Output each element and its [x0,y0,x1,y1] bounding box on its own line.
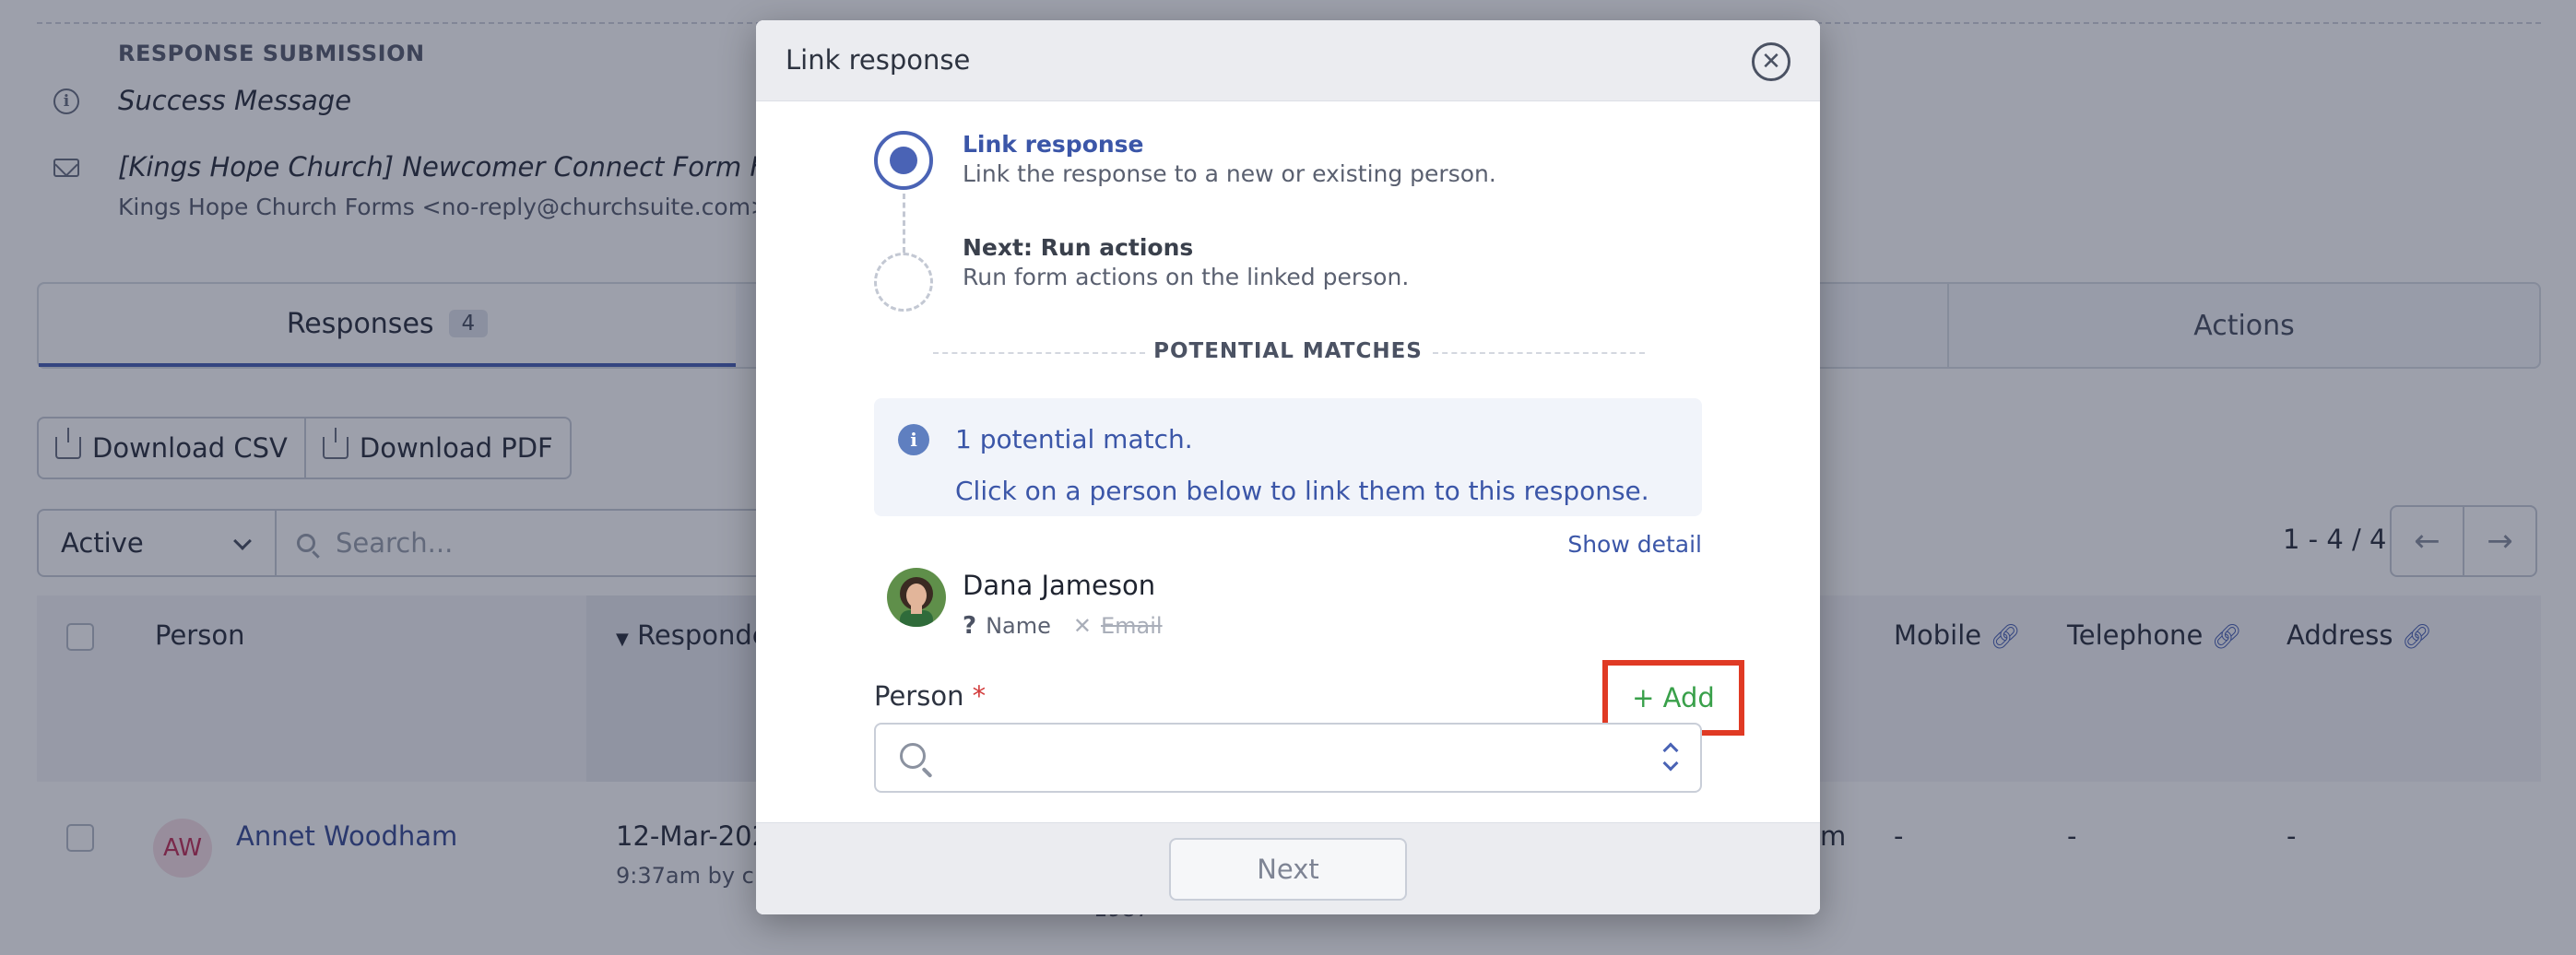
match-count-text: 1 potential match. [955,424,1193,454]
modal-title: Link response [786,44,971,76]
divider [1433,352,1645,354]
close-icon: ✕ [1761,48,1781,76]
modal-footer: Next [756,822,1820,914]
search-icon [900,743,926,769]
step-1-title: Link response [963,131,1144,158]
info-alert: i 1 potential match. Click on a person b… [874,398,1702,516]
step-connector [903,194,905,253]
next-button[interactable]: Next [1169,838,1407,901]
step-pending-icon [874,253,933,312]
close-button[interactable]: ✕ [1752,42,1790,81]
info-icon: i [898,424,929,455]
match-attr-email: Email [1101,613,1163,639]
show-detail-link[interactable]: Show detail [1567,531,1702,558]
question-icon: ? [963,612,977,640]
match-instruction-text: Click on a person below to link them to … [955,476,1649,506]
avatar[interactable] [887,568,946,627]
link-response-modal: Link response ✕ Link response Link the r… [756,20,1820,914]
match-attributes: ? Name ✕ Email [963,612,1163,640]
match-person-name[interactable]: Dana Jameson [963,570,1155,601]
step-2-description: Run form actions on the linked person. [963,264,1410,290]
modal-header: Link response ✕ [756,20,1820,101]
required-marker: * [972,680,987,712]
potential-matches-heading: POTENTIAL MATCHES [1153,339,1423,363]
step-2-title: Next: Run actions [963,234,1194,261]
person-field-label: Person * [874,680,986,712]
person-label-text: Person [874,680,964,712]
match-attr-name: Name [986,613,1051,639]
chevron-updown-icon [1661,739,1680,776]
person-search-select[interactable] [874,723,1702,793]
person-photo-icon [887,568,946,627]
cross-icon: ✕ [1072,613,1093,639]
step-active-icon [874,131,933,190]
step-1-description: Link the response to a new or existing p… [963,160,1496,187]
